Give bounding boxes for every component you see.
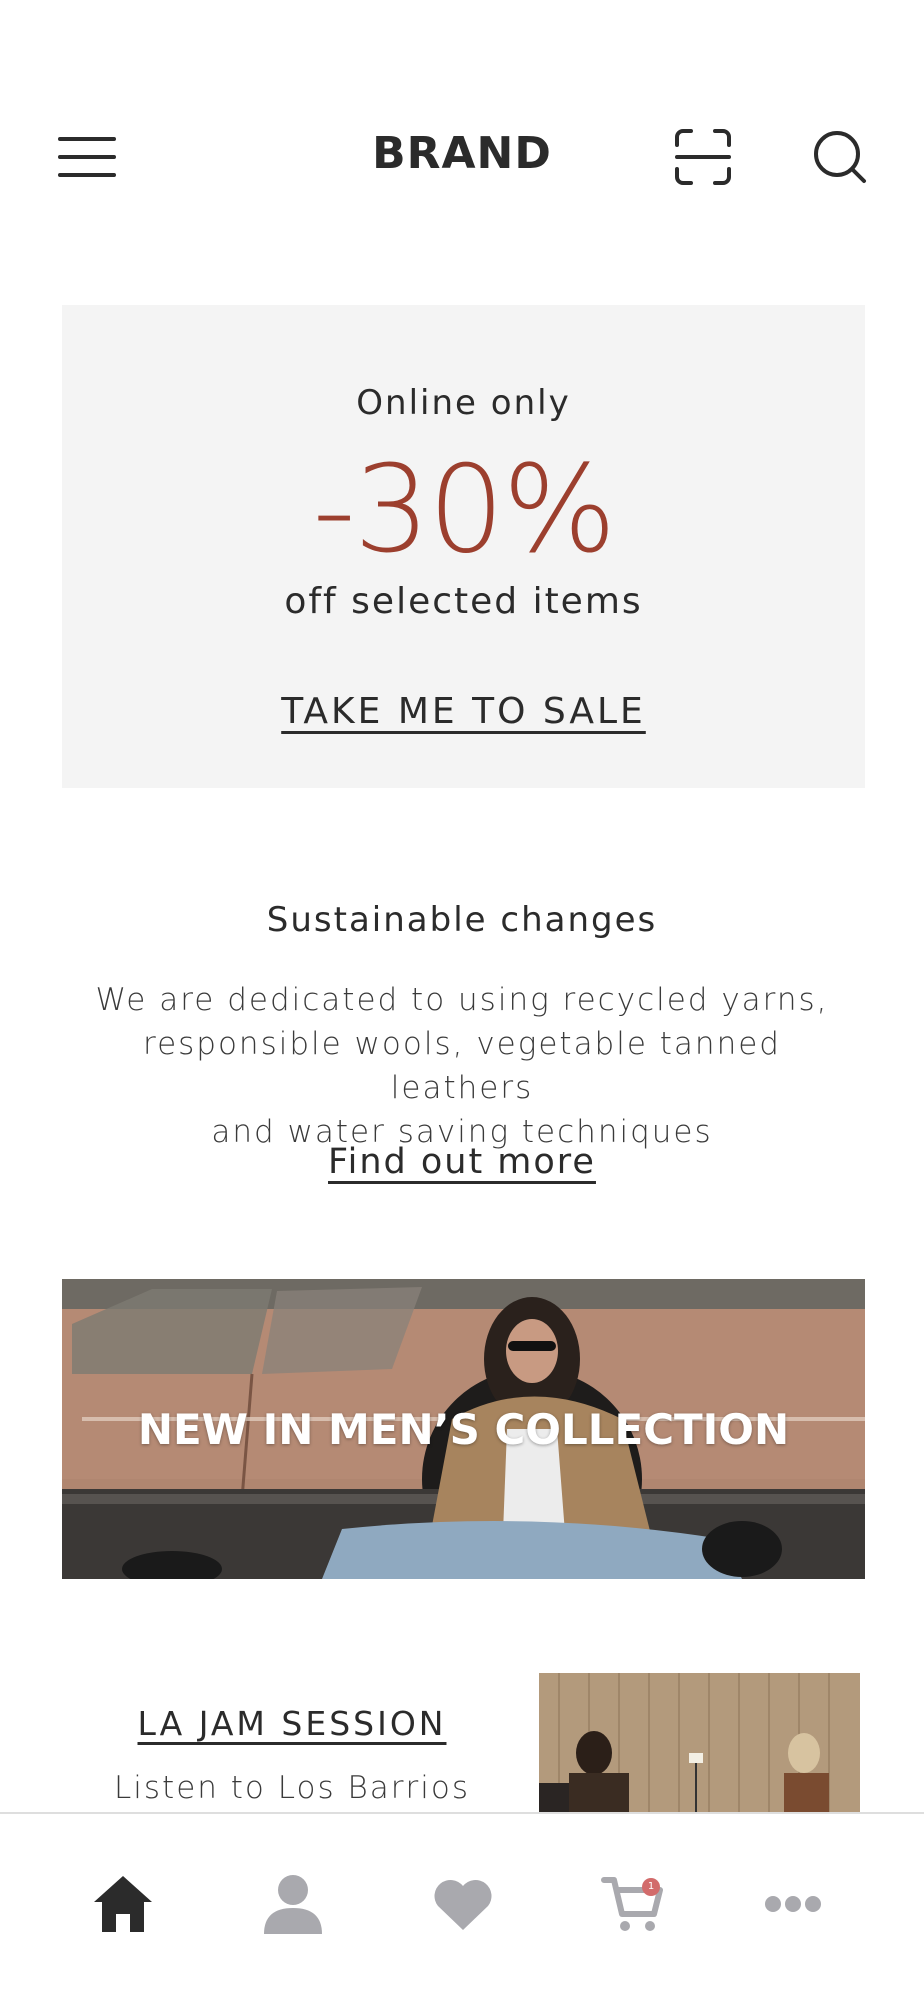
jam-subtitle: Listen to Los Barrios <box>114 1770 470 1806</box>
home-icon <box>94 1876 152 1932</box>
take-me-to-sale-link[interactable]: TAKE ME TO SALE <box>62 691 865 732</box>
cart-badge: 1 <box>642 1878 660 1896</box>
search-icon <box>814 131 866 183</box>
la-jam-session-link[interactable]: LA JAM SESSION <box>100 1704 484 1743</box>
scan-button[interactable] <box>666 120 740 194</box>
nav-more[interactable] <box>748 1864 838 1944</box>
promo-eyebrow: Online only <box>356 383 571 423</box>
nav-home[interactable] <box>78 1864 168 1944</box>
brand-logo[interactable]: BRAND <box>0 128 924 179</box>
heart-icon <box>434 1879 492 1930</box>
app-header: BRAND <box>0 0 924 240</box>
sustainable-description: We are dedicated to using recycled yarns… <box>70 978 854 1154</box>
scan-icon <box>675 129 731 185</box>
search-button[interactable] <box>800 120 880 194</box>
sustainable-line: We are dedicated to using recycled yarns… <box>95 982 829 1018</box>
mens-collection-banner[interactable]: NEW IN MEN’S COLLECTION <box>62 1279 865 1579</box>
sale-promo-card[interactable]: Online only -30% off selected items TAKE… <box>62 305 865 788</box>
promo-subtitle: off selected items <box>284 581 643 622</box>
more-icon <box>765 1896 821 1912</box>
find-out-more-link[interactable]: Find out more <box>0 1142 924 1182</box>
bottom-navigation: 1 <box>0 1812 924 2000</box>
profile-icon <box>264 1875 322 1934</box>
banner-title: NEW IN MEN’S COLLECTION <box>137 1405 790 1454</box>
sustainable-title: Sustainable changes <box>266 900 658 940</box>
nav-cart[interactable]: 1 <box>588 1864 678 1944</box>
jam-session-photo <box>539 1673 860 1813</box>
nav-wishlist[interactable] <box>418 1864 508 1944</box>
nav-profile[interactable] <box>248 1864 338 1944</box>
sustainable-line: responsible wools, vegetable tanned leat… <box>143 1026 781 1106</box>
jam-session-image[interactable] <box>539 1673 860 1813</box>
promo-discount: -30% <box>312 441 616 580</box>
